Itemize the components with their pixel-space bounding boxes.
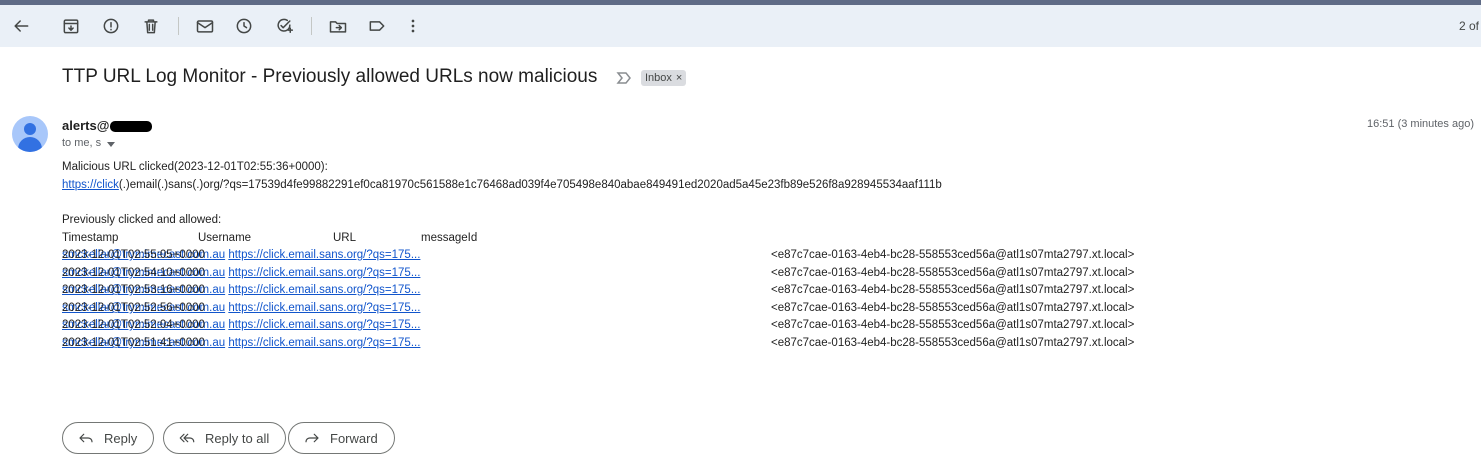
column-header-username: Username [198, 232, 252, 244]
row-url-link[interactable]: https://click.email.sans.org/?qs=175... [228, 337, 420, 349]
recipients-toggle[interactable]: to me, s [62, 137, 116, 149]
row-message-id: <e87c7cae-0163-4eb4-bc28-558553ced56a@at… [771, 302, 1135, 314]
table-row: 2023-12-01T02:51:41+0000 smckellar@trymi… [62, 337, 1262, 353]
column-header-timestamp: Timestamp [62, 232, 119, 244]
malicious-url-line: https://click(.)email(.)sans(.)org/?qs=1… [62, 179, 942, 191]
avatar-head-shape [24, 123, 36, 135]
pagination-count: 2 of [1458, 19, 1479, 33]
row-url-link[interactable]: https://click.email.sans.org/?qs=175... [228, 284, 420, 296]
malicious-url-rest: (.)email(.)sans(.)org/?qs=17539d4fe99882… [118, 179, 942, 191]
row-url-link[interactable]: https://click.email.sans.org/?qs=175... [228, 267, 420, 279]
recipients-text: to me, s [62, 137, 102, 149]
sender-avatar[interactable] [12, 116, 48, 152]
reply-button-label: Reply [104, 430, 138, 446]
table-row: 2023-12-01T02:54:10+0000 smckellar@trymi… [62, 267, 1262, 283]
delete-icon[interactable] [139, 14, 163, 38]
remove-label-icon[interactable]: × [676, 72, 682, 84]
table-row: 2023-12-01T02:52:04+0000 smckellar@trymi… [62, 319, 1262, 335]
avatar-body-shape [18, 137, 42, 152]
mark-unread-icon[interactable] [193, 14, 217, 38]
label-chip-text: Inbox [645, 72, 672, 84]
row-url-link[interactable]: https://click.email.sans.org/?qs=175... [228, 249, 420, 261]
more-options-icon[interactable] [401, 14, 425, 38]
forward-button-label: Forward [330, 430, 378, 446]
row-message-id: <e87c7cae-0163-4eb4-bc28-558553ced56a@at… [771, 319, 1135, 331]
email-subject: TTP URL Log Monitor - Previously allowed… [62, 66, 598, 87]
table-header-row: Timestamp Username URL messageId [62, 232, 1262, 248]
sender-prefix: alerts@ [62, 118, 110, 133]
chevron-down-icon [107, 141, 116, 147]
reply-all-button-label: Reply to all [205, 430, 270, 446]
move-to-folder-icon[interactable] [326, 14, 350, 38]
table-row: 2023-12-01T02:55:05+0000 smckellar@trymi… [62, 249, 1262, 265]
row-timestamp: 2023-12-01T02:52:56+0000 [62, 302, 205, 314]
row-timestamp: 2023-12-01T02:54:10+0000 [62, 267, 205, 279]
row-timestamp: 2023-12-01T02:55:05+0000 [62, 249, 205, 261]
row-timestamp: 2023-12-01T02:51:41+0000 [62, 337, 205, 349]
previous-heading: Previously clicked and allowed: [62, 214, 222, 226]
row-message-id: <e87c7cae-0163-4eb4-bc28-558553ced56a@at… [771, 249, 1135, 261]
report-spam-icon[interactable] [99, 14, 123, 38]
row-timestamp: 2023-12-01T02:53:16+0000 [62, 284, 205, 296]
email-timestamp: 16:51 (3 minutes ago) [1366, 118, 1474, 130]
toolbar-divider [178, 17, 179, 35]
column-header-url: URL [333, 232, 357, 244]
table-row: 2023-12-01T02:52:56+0000 smckellar@trymi… [62, 302, 1262, 318]
row-message-id: <e87c7cae-0163-4eb4-bc28-558553ced56a@at… [771, 337, 1135, 349]
inbox-label-chip[interactable]: Inbox × [641, 70, 687, 86]
forward-button[interactable]: Forward [288, 422, 395, 454]
row-message-id: <e87c7cae-0163-4eb4-bc28-558553ced56a@at… [771, 284, 1135, 296]
row-url-link[interactable]: https://click.email.sans.org/?qs=175... [228, 319, 420, 331]
column-header-messageid: messageId [421, 232, 478, 244]
back-arrow-icon[interactable] [9, 14, 33, 38]
malicious-url-link[interactable]: https://click [62, 179, 119, 191]
reply-button[interactable]: Reply [62, 422, 155, 454]
snooze-clock-icon[interactable] [232, 14, 256, 38]
toolbar-divider [311, 17, 312, 35]
row-message-id: <e87c7cae-0163-4eb4-bc28-558553ced56a@at… [771, 267, 1135, 279]
row-url-link[interactable]: https://click.email.sans.org/?qs=175... [228, 302, 420, 314]
message-toolbar: 2 of [0, 5, 1481, 47]
table-row: 2023-12-01T02:53:16+0000 smckellar@trymi… [62, 284, 1262, 300]
reply-icon [79, 433, 93, 443]
importance-marker-icon[interactable] [616, 70, 632, 86]
label-tag-icon[interactable] [365, 14, 389, 38]
row-timestamp: 2023-12-01T02:52:04+0000 [62, 319, 205, 331]
reply-all-icon [179, 433, 195, 443]
reply-all-button[interactable]: Reply to all [163, 422, 287, 454]
sender-address[interactable]: alerts@ [62, 118, 153, 133]
malicious-heading: Malicious URL clicked(2023-12-01T02:55:3… [62, 161, 328, 173]
archive-icon[interactable] [59, 14, 83, 38]
redacted-domain [110, 121, 153, 132]
forward-icon [305, 433, 319, 443]
add-task-icon[interactable] [272, 14, 296, 38]
